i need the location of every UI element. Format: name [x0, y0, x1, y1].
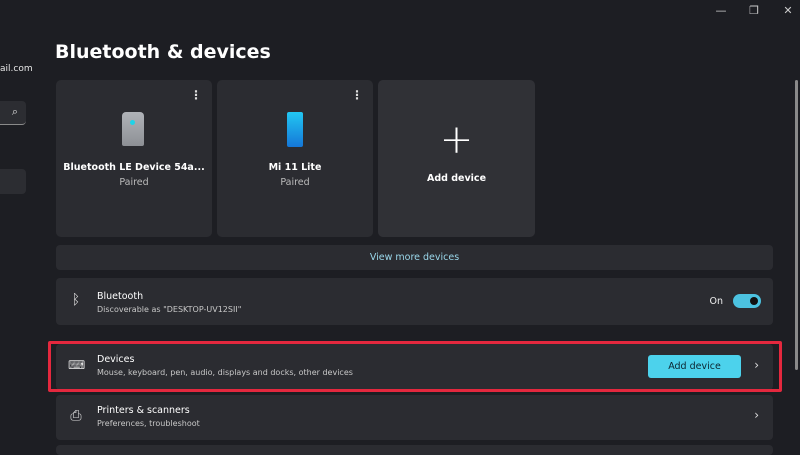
device-name: Mi 11 Lite [268, 162, 322, 173]
device-card[interactable]: ⋮ Mi 11 Lite Paired [217, 80, 373, 237]
add-device-card[interactable]: + Add device [378, 80, 535, 237]
bluetooth-toggle[interactable] [733, 294, 761, 308]
maximize-button[interactable]: ❐ [744, 4, 764, 17]
more-options-icon[interactable]: ⋮ [351, 88, 363, 102]
view-more-devices-button[interactable]: View more devices [56, 245, 773, 270]
bluetooth-state-label: On [709, 296, 724, 307]
printer-icon: ⎙ [70, 408, 82, 424]
device-status: Paired [119, 177, 149, 188]
highlight-box [48, 341, 782, 392]
next-row[interactable] [56, 445, 773, 455]
bluetooth-subtitle: Discoverable as "DESKTOP-UV12SII" [97, 305, 242, 314]
printers-title: Printers & scanners [97, 405, 190, 416]
scrollbar[interactable] [795, 80, 798, 370]
phone-icon [287, 112, 303, 147]
printers-row[interactable]: ⎙ Printers & scanners Preferences, troub… [56, 395, 773, 440]
account-email: ail.com [0, 64, 33, 74]
speaker-icon [122, 112, 144, 146]
add-device-label: Add device [426, 173, 487, 184]
bluetooth-icon: ᛒ [71, 292, 81, 308]
more-options-icon[interactable]: ⋮ [190, 88, 202, 102]
device-name: Bluetooth LE Device 54a... [63, 162, 205, 173]
device-card[interactable]: ⋮ Bluetooth LE Device 54a... Paired [56, 80, 212, 237]
bluetooth-row: ᛒ Bluetooth Discoverable as "DESKTOP-UV1… [56, 278, 773, 325]
settings-search-input[interactable]: ⌕ [0, 101, 26, 125]
plus-icon: + [439, 117, 474, 163]
minimize-button[interactable]: — [711, 4, 731, 17]
printers-subtitle: Preferences, troubleshoot [97, 419, 200, 428]
search-icon: ⌕ [11, 105, 18, 118]
sidebar-item-selected[interactable] [0, 169, 26, 194]
bluetooth-title: Bluetooth [97, 291, 144, 302]
device-status: Paired [280, 177, 310, 188]
chevron-right-icon: › [754, 408, 759, 422]
page-title: Bluetooth & devices [55, 41, 271, 63]
close-button[interactable]: ✕ [778, 4, 798, 17]
